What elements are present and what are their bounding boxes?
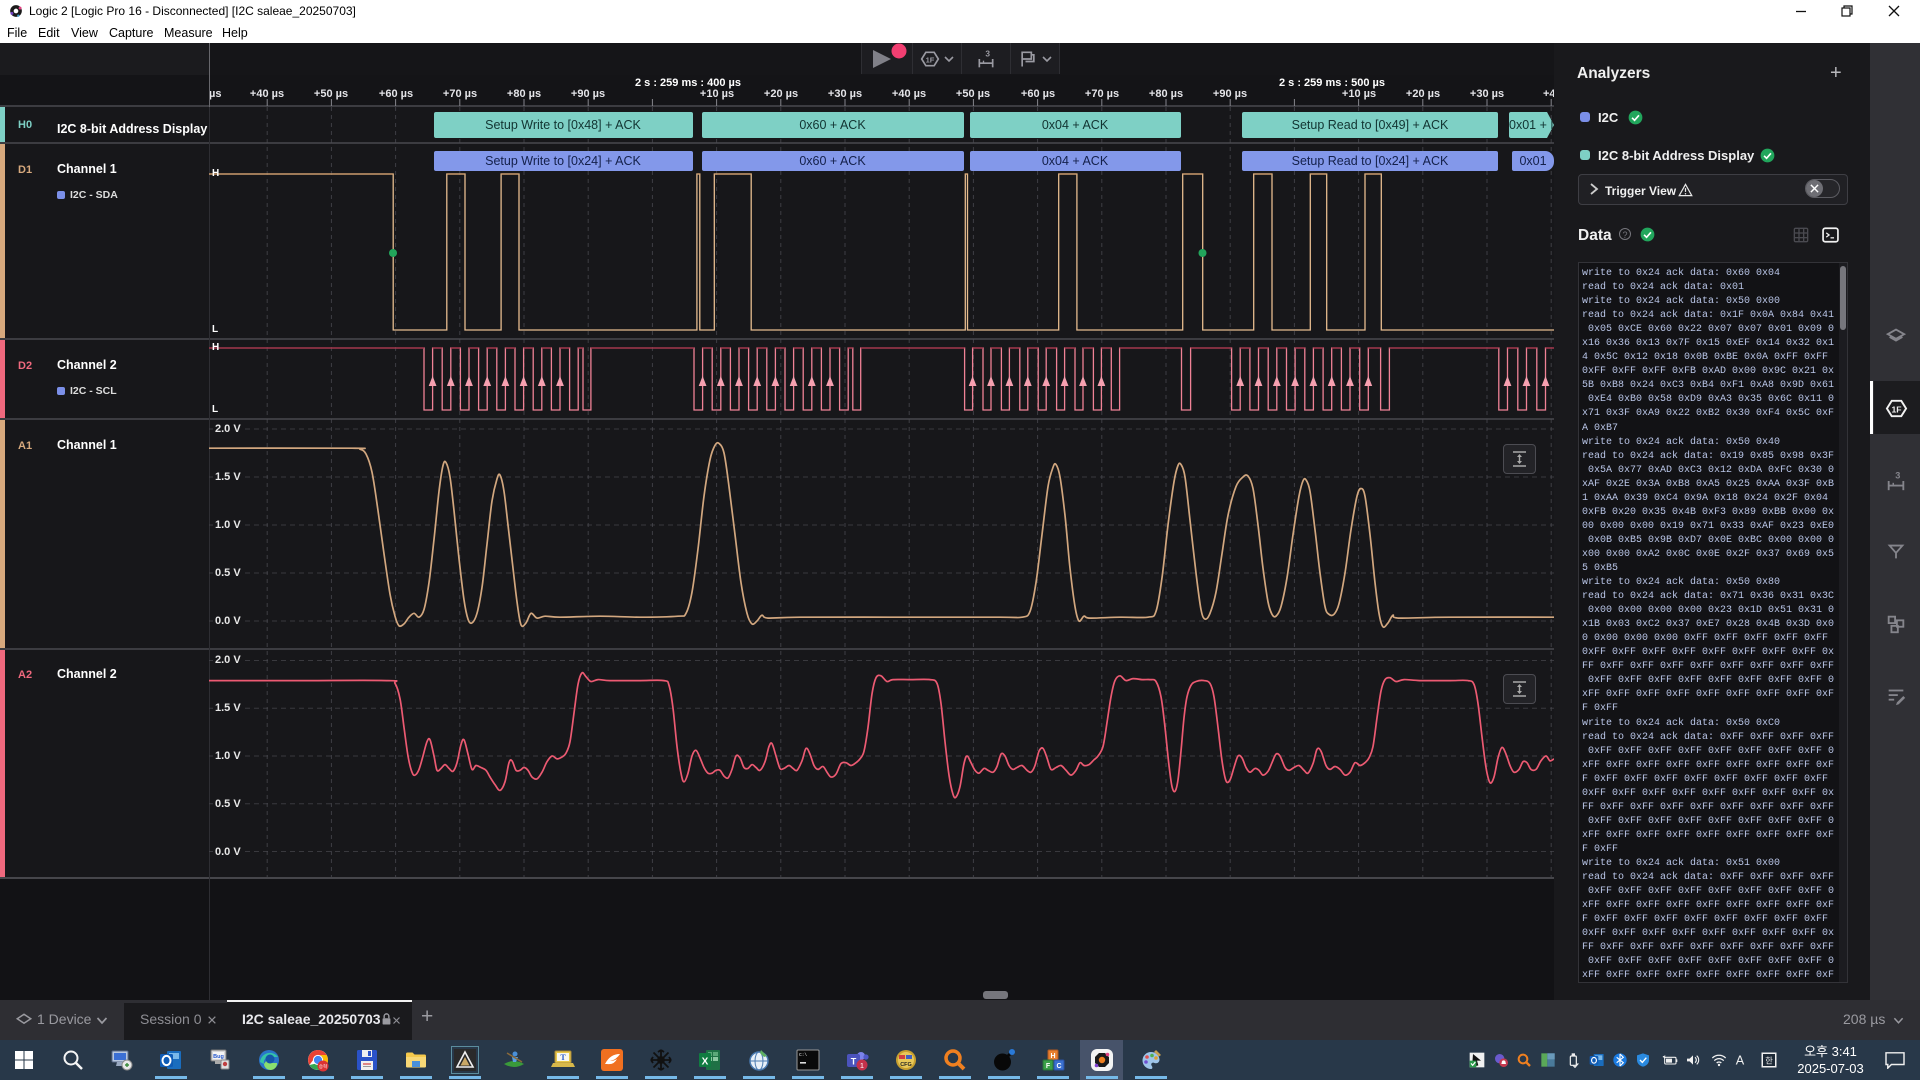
svg-text:C: C [1056, 1063, 1061, 1070]
svg-text:CFG: CFG [900, 1062, 912, 1068]
svg-text:A: A [1736, 1054, 1745, 1068]
svg-text:T: T [850, 1057, 856, 1067]
svg-text:H: H [1050, 1053, 1055, 1060]
svg-text:T: T [560, 1053, 566, 1062]
svg-text:Bug: Bug [213, 1054, 224, 1060]
svg-text:F: F [1045, 1063, 1050, 1070]
svg-text:한: 한 [1765, 1056, 1773, 1065]
svg-text:1: 1 [859, 1061, 863, 1070]
svg-text:승혁: 승혁 [318, 1063, 326, 1070]
svg-text:X: X [701, 1057, 708, 1068]
svg-text:1F: 1F [1891, 404, 1901, 414]
svg-text:3: 3 [1895, 470, 1900, 480]
svg-text:C:\: C:\ [799, 1052, 807, 1058]
